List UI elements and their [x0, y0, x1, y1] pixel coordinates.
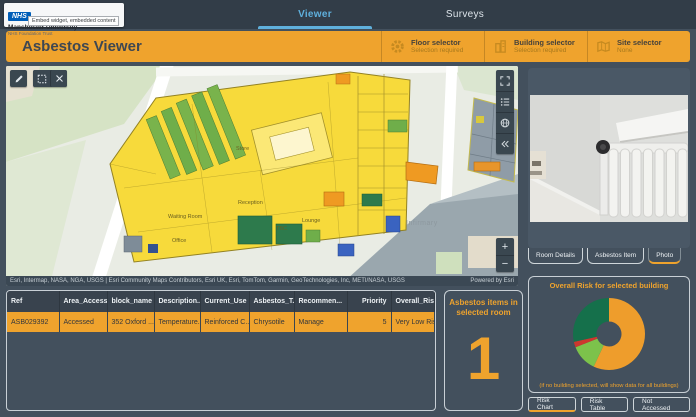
site-selector[interactable]: Site selector None	[587, 31, 690, 62]
overall-risk-panel: Overall Risk for selected building (if n…	[528, 276, 690, 393]
cell-recommendation: Manage	[294, 312, 347, 332]
cell-area-access: Accessed	[59, 312, 107, 332]
asbestos-viewer-app: Viewer Surveys NHS Manchester University…	[0, 0, 696, 417]
asbestos-count-panel: Asbestos items in selected room 1	[444, 290, 523, 411]
risk-donut-chart[interactable]	[567, 292, 651, 376]
building-selector-status: Selection required	[514, 47, 575, 55]
floor-selector-icon	[390, 39, 405, 54]
close-icon	[55, 74, 64, 83]
collapse-chevrons-icon	[500, 139, 510, 149]
tab-room-details[interactable]: Room Details	[528, 248, 583, 264]
photo-panel-tabs: Room Details Asbestos Item Photo	[528, 248, 690, 266]
select-rectangle-button[interactable]	[33, 70, 50, 87]
attribution-text: Esri, Intermap, NASA, NGA, USGS | Esri C…	[10, 276, 470, 286]
col-description[interactable]: Description...	[154, 291, 200, 312]
basemap-button[interactable]	[496, 112, 514, 133]
org-subtitle: NHS Foundation Trust	[8, 31, 120, 36]
map-zoom-control: + −	[496, 238, 514, 272]
not-accessed-button-label: Not Accessed	[642, 398, 681, 412]
page-title: Asbestos Viewer	[6, 38, 381, 55]
site-selector-status: None	[617, 47, 662, 55]
zoom-out-button[interactable]: −	[496, 255, 514, 272]
clear-selection-button[interactable]	[50, 70, 67, 87]
col-current-use[interactable]: Current_Use	[200, 291, 249, 312]
asbestos-table: Ref Area_Access block_name Description..…	[7, 291, 435, 332]
asbestos-count-title: Asbestos items in selected room	[445, 298, 522, 318]
cell-description: Temperature...	[154, 312, 200, 332]
tab-asbestos-item-label: Asbestos Item	[595, 252, 636, 259]
cell-asbestos-type: Chrysotile	[249, 312, 294, 332]
radiator-photo-graphic	[530, 95, 688, 222]
building-selector[interactable]: Building selector Selection required	[484, 31, 587, 62]
building-selector-label: Building selector	[514, 38, 575, 47]
cell-ref: ASB029392	[7, 312, 59, 332]
col-ref[interactable]: Ref	[7, 291, 59, 312]
risk-chart-note: (if no building selected, will show data…	[529, 383, 689, 389]
table-header-row: Ref Area_Access block_name Description..…	[7, 291, 435, 312]
tab-viewer-label: Viewer	[298, 9, 332, 20]
cell-block-name: 352 Oxford ...	[107, 312, 154, 332]
pencil-icon	[14, 74, 24, 84]
building-selector-icon	[493, 39, 508, 54]
risk-panel-buttons: Risk Chart Risk Table Not Accessed	[528, 397, 690, 414]
tab-photo-label: Photo	[656, 252, 673, 259]
col-block-name[interactable]: block_name	[107, 291, 154, 312]
risk-table-button[interactable]: Risk Table	[581, 397, 628, 412]
legend-button[interactable]	[496, 91, 514, 112]
not-accessed-button[interactable]: Not Accessed	[633, 397, 690, 412]
site-selector-icon	[596, 39, 611, 54]
site-selector-label: Site selector	[617, 38, 662, 47]
powered-by-esri: Powered by Esri	[470, 276, 514, 286]
tab-asbestos-item[interactable]: Asbestos Item	[587, 248, 644, 264]
col-asbestos-type[interactable]: Asbestos_T...	[249, 291, 294, 312]
legend-icon	[500, 97, 510, 107]
tab-photo[interactable]: Photo	[648, 248, 681, 264]
sketch-tool-button[interactable]	[10, 70, 27, 87]
expand-icon	[500, 76, 510, 86]
risk-donut-segment[interactable]	[573, 298, 609, 342]
select-rectangle-icon	[37, 74, 47, 84]
map-basemap	[6, 66, 518, 276]
basemap-globe-icon	[500, 118, 510, 128]
risk-table-button-label: Risk Table	[590, 398, 619, 412]
tab-surveys[interactable]: Surveys	[390, 0, 540, 29]
tab-room-details-label: Room Details	[536, 252, 575, 259]
map-select-tools	[33, 70, 67, 87]
embed-tooltip: Embed widget, embedded content	[28, 16, 119, 26]
col-overall-risk[interactable]: Overall_Risk	[391, 291, 435, 312]
table-row[interactable]: ASB029392 Accessed 352 Oxford ... Temper…	[7, 312, 435, 332]
top-tab-strip: Viewer Surveys	[240, 0, 540, 29]
tab-viewer[interactable]: Viewer	[240, 0, 390, 29]
cell-current-use: Reinforced C...	[200, 312, 249, 332]
collapse-button[interactable]	[496, 133, 514, 154]
risk-chart-title: Overall Risk for selected building	[529, 281, 689, 290]
floor-selector-label: Floor selector	[411, 38, 463, 47]
map-side-toolbar	[496, 70, 514, 154]
asbestos-count-value: 1	[445, 318, 522, 400]
risk-chart-button-label: Risk Chart	[537, 397, 567, 411]
risk-chart-button[interactable]: Risk Chart	[528, 397, 576, 412]
map-viewport[interactable]: Store Waiting Room Reception TBC Lounge …	[6, 66, 518, 286]
photo-panel	[528, 68, 690, 248]
expand-button[interactable]	[496, 70, 514, 91]
cell-overall-risk: Very Low Risk	[391, 312, 435, 332]
map-attribution-bar: Esri, Intermap, NASA, NGA, USGS | Esri C…	[6, 276, 518, 286]
floor-selector[interactable]: Floor selector Selection required	[381, 31, 484, 62]
asbestos-item-photo[interactable]	[530, 95, 688, 222]
cell-priority: 5	[347, 312, 391, 332]
tab-surveys-label: Surveys	[446, 9, 484, 20]
asbestos-table-panel: Ref Area_Access block_name Description..…	[6, 290, 436, 411]
col-recommendation[interactable]: Recommen...	[294, 291, 347, 312]
col-priority[interactable]: Priority	[347, 291, 391, 312]
zoom-in-button[interactable]: +	[496, 238, 514, 255]
col-area-access[interactable]: Area_Access	[59, 291, 107, 312]
floor-selector-status: Selection required	[411, 47, 463, 55]
